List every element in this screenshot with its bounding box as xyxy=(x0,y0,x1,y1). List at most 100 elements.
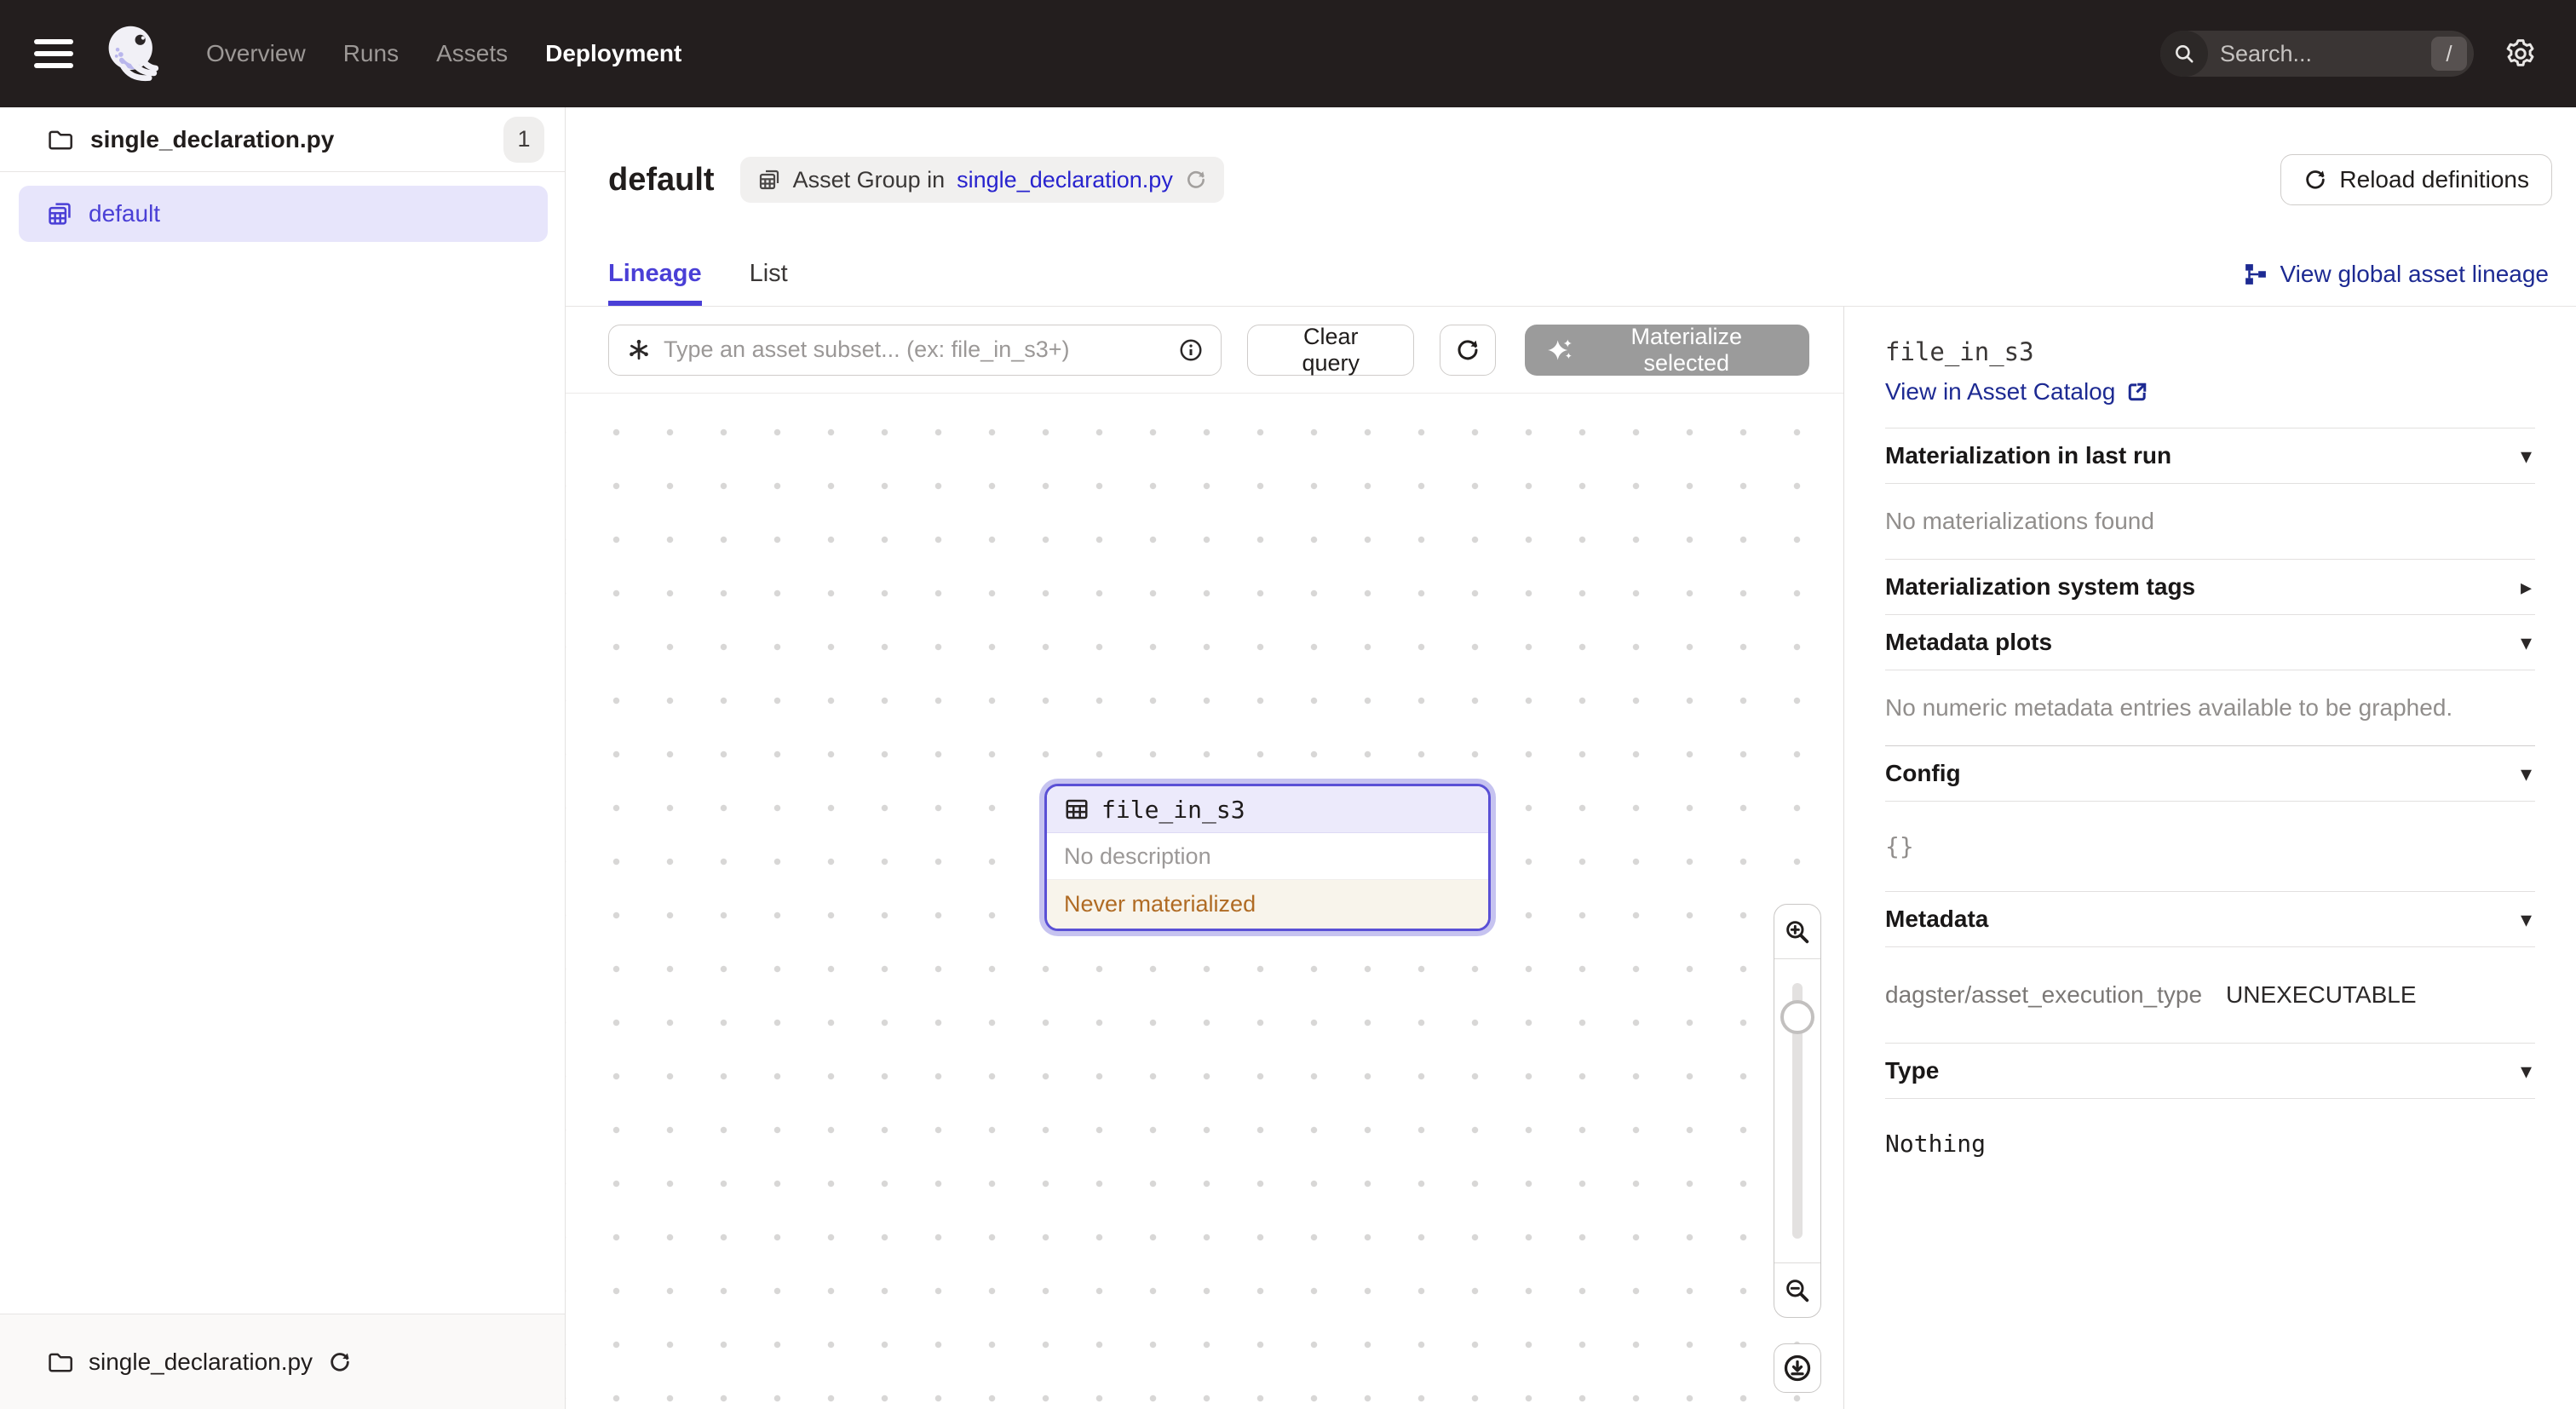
asset-group-icon xyxy=(46,200,73,227)
zoom-slider[interactable] xyxy=(1774,959,1820,1262)
section-header[interactable]: Type ▾ xyxy=(1885,1044,2535,1098)
reload-icon[interactable] xyxy=(328,1350,352,1374)
search-input[interactable] xyxy=(2208,41,2431,67)
metadata-row: dagster/asset_execution_type UNEXECUTABL… xyxy=(1885,947,2535,1043)
chevron-down-icon: ▾ xyxy=(2521,1058,2532,1084)
section-header[interactable]: Config ▾ xyxy=(1885,746,2535,801)
asset-node-name: file_in_s3 xyxy=(1101,796,1245,824)
metadata-value: UNEXECUTABLE xyxy=(2226,981,2417,1009)
tabs-bar: Lineage List View global asset lineage xyxy=(566,242,2576,307)
group-chip-prefix: Asset Group in xyxy=(793,167,946,193)
external-link-icon xyxy=(2125,380,2149,404)
section-body: {} xyxy=(1885,801,2535,891)
asset-group-icon xyxy=(757,168,781,192)
chevron-right-icon: ▸ xyxy=(2521,574,2532,601)
sidebar-item-default-group[interactable]: default xyxy=(19,186,548,242)
section-materialization-system-tags: Materialization system tags ▸ xyxy=(1885,559,2535,614)
download-graph-button[interactable] xyxy=(1774,1343,1821,1393)
view-global-asset-lineage-link[interactable]: View global asset lineage xyxy=(2243,242,2549,306)
sparkle-icon xyxy=(1547,336,1574,364)
section-header[interactable]: Materialization system tags ▸ xyxy=(1885,560,2535,614)
materialize-selected-button[interactable]: Materialize selected xyxy=(1525,325,1809,376)
asset-details-panel: file_in_s3 View in Asset Catalog Materia… xyxy=(1843,307,2576,1409)
settings-gear-icon[interactable] xyxy=(2503,36,2539,72)
group-chip-link[interactable]: single_declaration.py xyxy=(957,167,1173,193)
asset-node-status: Never materialized xyxy=(1047,880,1488,929)
footer-code-location-name: single_declaration.py xyxy=(89,1349,313,1376)
zoom-controls xyxy=(1774,904,1821,1393)
zoom-out-button[interactable] xyxy=(1774,1262,1820,1317)
code-location-name: single_declaration.py xyxy=(90,126,334,153)
section-metadata: Metadata ▾ xyxy=(1885,891,2535,946)
chevron-down-icon: ▾ xyxy=(2521,761,2532,787)
folder-icon xyxy=(46,1349,73,1376)
section-config: Config ▾ xyxy=(1885,745,2535,801)
chevron-down-icon: ▾ xyxy=(2521,630,2532,656)
refresh-graph-button[interactable] xyxy=(1440,325,1495,376)
graph-toolbar: Clear query Materialize sele xyxy=(566,307,1843,394)
asset-subset-input[interactable] xyxy=(664,336,1166,363)
config-value: {} xyxy=(1885,802,2535,891)
section-materialization-in-last-run: Materialization in last run ▾ xyxy=(1885,428,2535,483)
op-selector-icon xyxy=(626,337,652,363)
section-header[interactable]: Materialization in last run ▾ xyxy=(1885,428,2535,483)
reload-icon xyxy=(1455,337,1481,363)
tab-lineage[interactable]: Lineage xyxy=(608,242,702,306)
primary-nav: Overview Runs Assets Deployment xyxy=(206,40,681,67)
lineage-graph-panel: Clear query Materialize sele xyxy=(566,307,1843,1409)
section-body: No numeric metadata entries available to… xyxy=(1885,670,2535,745)
global-search[interactable]: / xyxy=(2160,31,2474,77)
nav-link-assets[interactable]: Assets xyxy=(436,40,508,67)
empty-state-text: No numeric metadata entries available to… xyxy=(1885,670,2535,745)
asset-node-file-in-s3[interactable]: file_in_s3 No description Never material… xyxy=(1044,784,1491,931)
dagster-logo-icon[interactable] xyxy=(102,21,167,86)
empty-state-text: No materializations found xyxy=(1885,484,2535,559)
search-shortcut-key: / xyxy=(2431,37,2467,71)
chevron-down-icon: ▾ xyxy=(2521,443,2532,469)
metadata-key: dagster/asset_execution_type xyxy=(1885,981,2226,1009)
zoom-in-button[interactable] xyxy=(1774,905,1820,959)
reload-icon xyxy=(2303,168,2327,192)
asset-node-description: No description xyxy=(1047,833,1488,880)
view-in-asset-catalog-link[interactable]: View in Asset Catalog xyxy=(1885,378,2535,405)
nav-link-deployment[interactable]: Deployment xyxy=(545,40,681,67)
folder-icon xyxy=(46,126,73,153)
code-location-sidebar: single_declaration.py 1 default single_d… xyxy=(0,107,566,1409)
section-metadata-plots: Metadata plots ▾ xyxy=(1885,614,2535,670)
page-title: default xyxy=(608,162,715,198)
asset-group-chip: Asset Group in single_declaration.py xyxy=(740,157,1224,203)
nav-link-overview[interactable]: Overview xyxy=(206,40,306,67)
section-header[interactable]: Metadata ▾ xyxy=(1885,892,2535,946)
asset-group-count-badge: 1 xyxy=(503,117,544,163)
lineage-canvas[interactable]: file_in_s3 No description Never material… xyxy=(566,394,1843,1409)
section-body: dagster/asset_execution_type UNEXECUTABL… xyxy=(1885,946,2535,1043)
details-asset-name: file_in_s3 xyxy=(1885,337,2535,366)
zoom-out-icon xyxy=(1784,1277,1811,1304)
lineage-graph-icon xyxy=(2243,262,2268,287)
section-type: Type ▾ xyxy=(1885,1043,2535,1098)
sidebar-item-label: default xyxy=(89,200,160,227)
clear-query-button[interactable]: Clear query xyxy=(1247,325,1414,376)
nav-link-runs[interactable]: Runs xyxy=(343,40,399,67)
type-value: Nothing xyxy=(1885,1099,2535,1188)
top-nav: Overview Runs Assets Deployment / xyxy=(0,0,2576,107)
menu-icon[interactable] xyxy=(34,39,73,68)
sidebar-footer[interactable]: single_declaration.py xyxy=(0,1314,565,1409)
reload-icon[interactable] xyxy=(1185,169,1207,191)
asset-subset-query[interactable] xyxy=(608,325,1222,376)
asset-node-header: file_in_s3 xyxy=(1047,786,1488,833)
download-icon xyxy=(1782,1353,1813,1383)
section-body: No materializations found xyxy=(1885,483,2535,559)
zoom-slider-knob[interactable] xyxy=(1780,1000,1814,1034)
section-body: Nothing xyxy=(1885,1098,2535,1188)
search-icon xyxy=(2160,31,2208,77)
tab-list[interactable]: List xyxy=(750,242,788,306)
section-header[interactable]: Metadata plots ▾ xyxy=(1885,615,2535,670)
info-icon[interactable] xyxy=(1178,337,1204,363)
code-location-header[interactable]: single_declaration.py 1 xyxy=(0,107,565,172)
reload-definitions-button[interactable]: Reload definitions xyxy=(2280,154,2552,205)
chevron-down-icon: ▾ xyxy=(2521,906,2532,933)
zoom-in-icon xyxy=(1784,918,1811,946)
page-header: default Asset Group in single_declaratio… xyxy=(566,107,2576,242)
table-icon xyxy=(1064,797,1090,822)
